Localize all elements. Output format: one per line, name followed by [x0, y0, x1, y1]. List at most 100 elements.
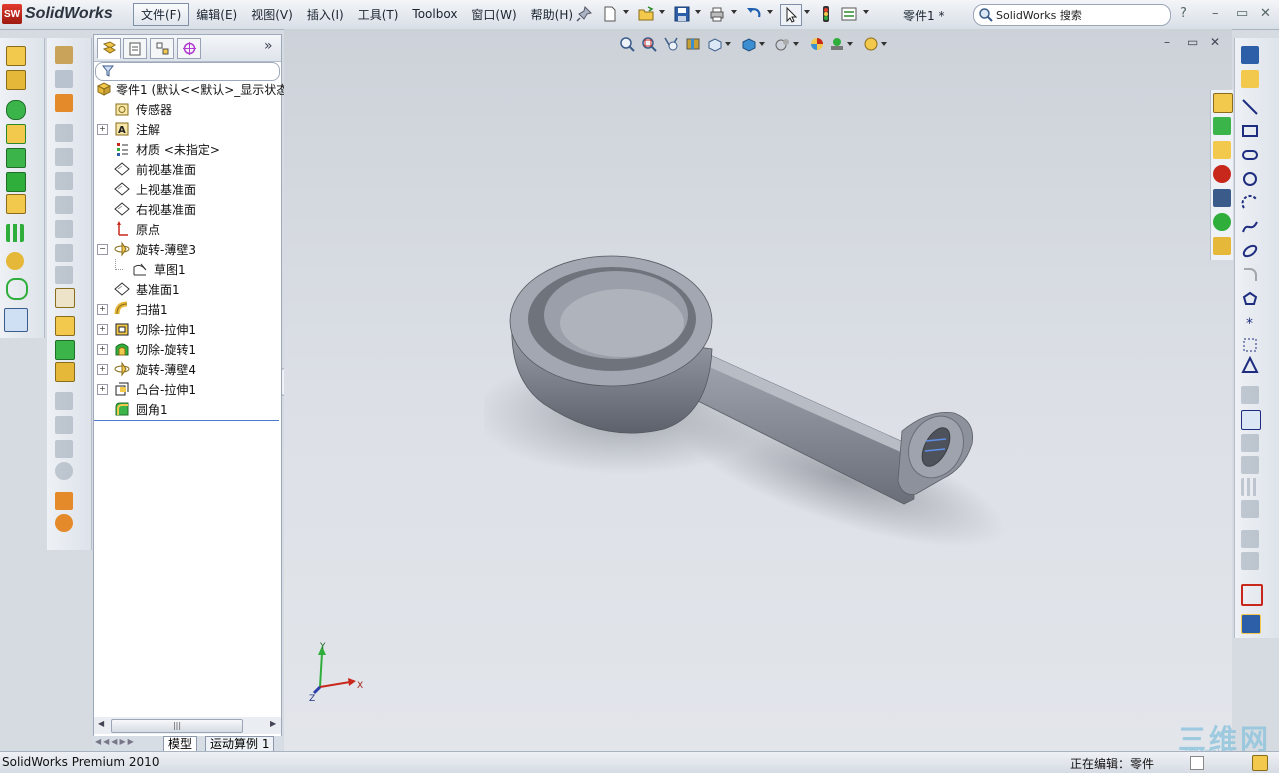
pin-menu-icon[interactable] [574, 4, 594, 24]
tab-navigation-arrows-icon[interactable]: ◀◀◀▶▶ [95, 737, 136, 746]
sketch-icon[interactable] [1241, 46, 1259, 64]
scroll-thumb[interactable]: ||| [111, 719, 243, 733]
delete-face-icon[interactable] [55, 416, 73, 434]
view-settings-dropdown-icon[interactable] [881, 42, 887, 46]
view-orientation-icon[interactable] [707, 36, 723, 52]
expand-node-icon[interactable]: + [97, 364, 108, 375]
revolved-boss-icon[interactable] [6, 70, 26, 90]
shell-tool-icon[interactable] [55, 124, 73, 142]
tree-node[interactable]: 上视基准面 [94, 179, 281, 199]
tree-node[interactable]: 草图1 [94, 259, 281, 279]
open-folder-icon[interactable] [636, 4, 656, 24]
hide-show-items-icon[interactable] [775, 36, 791, 52]
combine-tool-icon[interactable] [55, 340, 75, 360]
maximize-button[interactable]: ▭ [1236, 6, 1248, 21]
tree-node[interactable]: + 旋转-薄壁4 [94, 359, 281, 379]
draft-tool-icon[interactable] [55, 94, 73, 112]
menu-view[interactable]: 视图(V) [244, 4, 300, 25]
tree-node[interactable]: 材质 <未指定> [94, 139, 281, 159]
design-library-icon[interactable] [1213, 117, 1231, 135]
print-icon[interactable] [707, 4, 727, 24]
view-palette-icon[interactable] [1213, 189, 1231, 207]
display-style-dropdown-icon[interactable] [759, 42, 765, 46]
tree-node[interactable]: 原点 [94, 219, 281, 239]
tree-root-part[interactable]: 零件1 (默认<<默认>_显示状态 [94, 79, 288, 99]
menu-file[interactable]: 文件(F) [133, 2, 190, 26]
view-orientation-dropdown-icon[interactable] [725, 42, 731, 46]
tab-feature-tree[interactable] [97, 38, 121, 59]
save-icon[interactable] [672, 4, 692, 24]
tree-node[interactable]: + 凸台-拉伸1 [94, 379, 281, 399]
view-settings-icon[interactable] [863, 36, 879, 52]
tree-node[interactable]: 圆角1 [94, 399, 281, 419]
reference-geometry-icon[interactable] [6, 252, 24, 270]
file-explorer-icon[interactable] [1213, 141, 1231, 159]
wrap-tool-icon[interactable] [55, 172, 73, 190]
extruded-boss-icon[interactable] [6, 46, 26, 66]
fillet-tool-icon[interactable] [55, 46, 73, 64]
select-arrow-icon[interactable] [780, 4, 802, 26]
curves-icon[interactable] [6, 278, 28, 300]
zoom-to-area-icon[interactable] [641, 36, 657, 52]
intersect-tool-icon[interactable] [55, 362, 75, 382]
freeform-icon[interactable] [55, 462, 73, 480]
move-face-icon[interactable] [55, 392, 73, 410]
menu-insert[interactable]: 插入(I) [300, 4, 351, 25]
convert-entities-icon[interactable] [1241, 410, 1261, 430]
menu-tools[interactable]: 工具(T) [351, 4, 406, 25]
rectangle-tool-icon[interactable] [1241, 122, 1259, 140]
move-entities-icon[interactable] [1241, 500, 1259, 518]
circle-tool-icon[interactable] [1241, 170, 1259, 188]
tree-node[interactable]: − 旋转-薄壁3 [94, 239, 281, 259]
expand-node-icon[interactable]: + [97, 124, 108, 135]
viewport-close-button[interactable]: ✕ [1210, 35, 1220, 49]
dome-tool-icon[interactable] [55, 196, 73, 214]
tab-property-manager[interactable] [123, 38, 147, 59]
point-tool-icon[interactable]: * [1241, 314, 1259, 332]
print-dropdown-icon[interactable] [731, 10, 737, 14]
save-dropdown-icon[interactable] [695, 10, 701, 14]
expand-node-icon[interactable]: + [97, 344, 108, 355]
hide-show-dropdown-icon[interactable] [793, 42, 799, 46]
mirror-tool-icon[interactable] [55, 266, 73, 284]
tab-model[interactable]: 模型 [163, 736, 198, 752]
search-tab-icon[interactable] [1213, 165, 1231, 183]
viewport-minimize-button[interactable]: – [1164, 35, 1170, 49]
new-document-icon[interactable] [600, 4, 620, 24]
viewport-restore-button[interactable]: ▭ [1187, 35, 1198, 49]
instant3d-icon[interactable] [4, 308, 28, 332]
text-tool-icon[interactable] [1241, 356, 1259, 374]
plane-sketch-icon[interactable] [1241, 336, 1259, 354]
ellipse-tool-icon[interactable] [1241, 242, 1259, 260]
tab-motion-study[interactable]: 运动算例 1 [205, 736, 275, 752]
spline-tool-icon[interactable] [1241, 218, 1259, 236]
tab-configuration-manager[interactable] [150, 38, 174, 59]
apply-scene-icon[interactable] [829, 36, 845, 52]
options-icon[interactable] [839, 4, 859, 24]
help-button[interactable]: ? [1180, 6, 1187, 21]
select-dropdown-icon[interactable] [804, 10, 810, 14]
line-tool-icon[interactable] [1241, 98, 1259, 116]
tree-node[interactable]: 右视基准面 [94, 199, 281, 219]
collapse-node-icon[interactable]: − [97, 244, 108, 255]
rib-tool-icon[interactable] [55, 148, 73, 166]
display-relations-icon[interactable] [1241, 530, 1259, 548]
new-dropdown-icon[interactable] [623, 10, 629, 14]
mirror-entities-icon[interactable] [1241, 456, 1259, 474]
expand-node-icon[interactable]: + [97, 384, 108, 395]
feature-tree-scrollbar[interactable]: ◀ ||| ▶ [94, 717, 281, 734]
appearances-icon[interactable] [1213, 213, 1231, 231]
menu-window[interactable]: 窗口(W) [464, 4, 523, 25]
display-style-icon[interactable] [741, 36, 757, 52]
slot-tool-icon[interactable] [1241, 146, 1259, 164]
tree-node[interactable]: 前视基准面 [94, 159, 281, 179]
tree-node[interactable]: 传感器 [94, 99, 281, 119]
smart-dimension-icon[interactable] [1241, 70, 1259, 88]
rapid-sketch-icon[interactable] [1241, 614, 1261, 634]
minimize-button[interactable]: – [1212, 6, 1219, 21]
sketch-pattern-icon[interactable] [1241, 478, 1259, 496]
menu-help[interactable]: 帮助(H) [524, 4, 580, 25]
rollback-bar[interactable] [94, 420, 279, 421]
deform-tool-icon[interactable] [55, 244, 73, 262]
status-toggle-icon[interactable] [1190, 756, 1204, 770]
